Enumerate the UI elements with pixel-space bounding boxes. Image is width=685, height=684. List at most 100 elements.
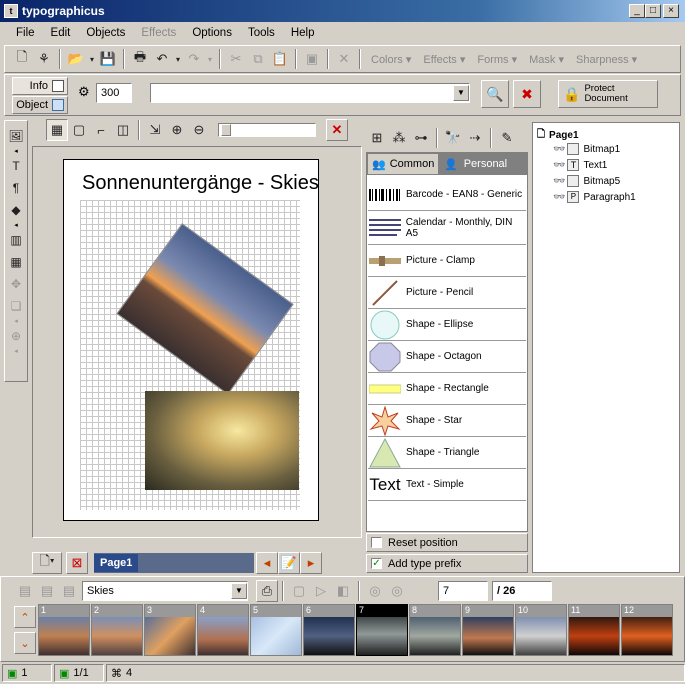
list-item[interactable]: Shape - Star (368, 405, 526, 437)
list-item[interactable]: Barcode - EAN8 - Generic (368, 179, 526, 211)
object-combo[interactable]: ▼ (150, 83, 470, 103)
zoom-slider[interactable] (218, 123, 316, 137)
list-item[interactable]: Shape - Triangle (368, 437, 526, 469)
colors-dropdown[interactable]: Colors ▾ (371, 53, 411, 66)
object-toggle[interactable]: Object (12, 96, 68, 114)
zoom-fit-icon[interactable]: ⇲ (144, 119, 166, 141)
tree-item-paragraph1[interactable]: 👓 P Paragraph1 (553, 191, 636, 203)
gallery-icon-1[interactable]: ▤ (14, 580, 36, 602)
menu-edit[interactable]: Edit (43, 25, 79, 41)
image-tool-icon[interactable]: 🖼 (6, 126, 26, 146)
zoom-out-icon[interactable]: ⊖ (188, 119, 210, 141)
new-page-icon[interactable]: 🗋▾ (32, 552, 62, 574)
tab-common[interactable]: 👥 Common (368, 154, 438, 174)
page-tab-page1[interactable]: Page1 (94, 554, 139, 572)
remove-object-icon[interactable]: ✖ (513, 80, 541, 108)
list-item[interactable]: Picture - Clamp (368, 245, 526, 277)
select-frame-icon[interactable]: ◫ (112, 119, 134, 141)
close-button[interactable]: × (663, 4, 679, 18)
minimize-button[interactable]: _ (629, 4, 645, 18)
cut-icon[interactable]: ✂ (225, 48, 247, 70)
gallery-icon-5[interactable]: ▷ (310, 580, 332, 602)
tree-item-text1[interactable]: 👓 T Text1 (553, 159, 607, 171)
menu-objects[interactable]: Objects (78, 25, 133, 41)
gallery-icon-2[interactable]: ▤ (36, 580, 58, 602)
gallery-icon-7[interactable]: ◎ (364, 580, 386, 602)
thumbnail-10[interactable]: 10 (515, 604, 567, 656)
gallery-icon-6[interactable]: ◧ (332, 580, 354, 602)
reset-position-option[interactable]: Reset position (366, 533, 528, 552)
next-page-icon[interactable]: ▸ (300, 552, 322, 574)
menu-tools[interactable]: Tools (240, 25, 283, 41)
zoom-in-icon[interactable]: ⊕ (166, 119, 188, 141)
combo-arrow-icon[interactable]: ▼ (453, 85, 469, 101)
tree-item-bitmap5[interactable]: 👓 Bitmap5 (553, 175, 620, 187)
paste-icon[interactable]: 📋 (269, 48, 291, 70)
zoom-object-icon[interactable]: 🔍 (481, 80, 509, 108)
album-select[interactable]: Skies ▼ (82, 581, 248, 601)
library-edit-icon[interactable]: ✎ (496, 127, 518, 149)
visibility-icon[interactable]: 👓 (553, 144, 565, 155)
list-item[interactable]: Shape - Rectangle (368, 373, 526, 405)
add-type-prefix-option[interactable]: ✓ Add type prefix (366, 554, 528, 573)
grid-icon[interactable]: ▦ (46, 119, 68, 141)
thumbnail-2[interactable]: 2 (91, 604, 143, 656)
thumbnail-1[interactable]: 1 (38, 604, 90, 656)
tab-personal[interactable]: 👤 Personal (440, 154, 526, 174)
wizard-icon[interactable]: ⚘ (33, 48, 55, 70)
thumbnail-12[interactable]: 12 (621, 604, 673, 656)
undo-dropdown-icon[interactable]: ▾ (173, 48, 183, 70)
thumbnail-5[interactable]: 5 (250, 604, 302, 656)
protect-document-button[interactable]: 🔒 Protect Document (558, 80, 658, 108)
menu-file[interactable]: File (8, 25, 43, 41)
prev-page-icon[interactable]: ◂ (256, 552, 278, 574)
sharpness-dropdown[interactable]: Sharpness ▾ (576, 53, 637, 66)
list-item[interactable]: Text Text - Simple (368, 469, 526, 501)
info-toggle[interactable]: Info (12, 77, 68, 95)
arrange-icon[interactable]: ▣ (301, 48, 323, 70)
page-properties-icon[interactable]: 📝 (278, 552, 300, 574)
tree-item-bitmap1[interactable]: 👓 Bitmap1 (553, 143, 620, 155)
thumbnail-11[interactable]: 11 (568, 604, 620, 656)
visibility-icon[interactable]: 👓 (553, 192, 565, 203)
library-import-icon[interactable]: ⇢ (464, 127, 486, 149)
align-tool-icon[interactable]: ⊕ (6, 326, 26, 346)
new-icon[interactable]: 🗋 (11, 48, 33, 70)
bitmap5-image[interactable] (145, 391, 299, 490)
menu-effects[interactable]: Effects (133, 25, 184, 41)
library-ungroup-icon[interactable]: ⊶ (410, 127, 432, 149)
list-item[interactable]: Shape - Octagon (368, 341, 526, 373)
gallery-icon-8[interactable]: ◎ (386, 580, 408, 602)
redo-icon[interactable]: ↷ (183, 48, 205, 70)
open-icon[interactable]: 📂 (65, 48, 87, 70)
effects-dropdown[interactable]: Effects ▾ (423, 53, 465, 66)
save-icon[interactable]: 💾 (97, 48, 119, 70)
library-search-icon[interactable]: 🔭 (442, 127, 464, 149)
barcode-tool-icon[interactable]: ▥ (6, 230, 26, 250)
tree-root[interactable]: 🗋 Page1 (537, 127, 579, 144)
table-tool-icon[interactable]: ▦ (6, 252, 26, 272)
forms-dropdown[interactable]: Forms ▾ (477, 53, 517, 66)
thumbnail-4[interactable]: 4 (197, 604, 249, 656)
gallery-import-icon[interactable]: ⎙ (256, 580, 278, 602)
text-tool-icon[interactable]: T (6, 156, 26, 176)
open-dropdown-icon[interactable]: ▾ (87, 48, 97, 70)
list-item[interactable]: Calendar - Monthly, DIN A5 (368, 211, 526, 245)
paragraph-tool-icon[interactable]: ¶ (6, 178, 26, 198)
reset-position-checkbox[interactable] (371, 537, 382, 548)
rulers-icon[interactable]: ⌐ (90, 119, 112, 141)
close-canvas-icon[interactable]: ✕ (326, 119, 348, 141)
list-item[interactable]: Shape - Ellipse (368, 309, 526, 341)
delete-page-icon[interactable]: ⊠ (66, 552, 88, 574)
album-dropdown-icon[interactable]: ▼ (231, 583, 247, 599)
print-icon[interactable]: 🖶 (129, 48, 151, 70)
undo-icon[interactable]: ↶ (151, 48, 173, 70)
copy-icon[interactable]: ⧉ (247, 48, 269, 70)
gallery-icon-3[interactable]: ▤ (58, 580, 80, 602)
page-border-icon[interactable]: ▢ (68, 119, 90, 141)
resolution-field[interactable]: 300 (96, 83, 132, 103)
layer-tool-icon[interactable]: ❏ (6, 296, 26, 316)
menu-help[interactable]: Help (283, 25, 323, 41)
library-group-icon[interactable]: ⁂ (388, 127, 410, 149)
thumbnail-3[interactable]: 3 (144, 604, 196, 656)
